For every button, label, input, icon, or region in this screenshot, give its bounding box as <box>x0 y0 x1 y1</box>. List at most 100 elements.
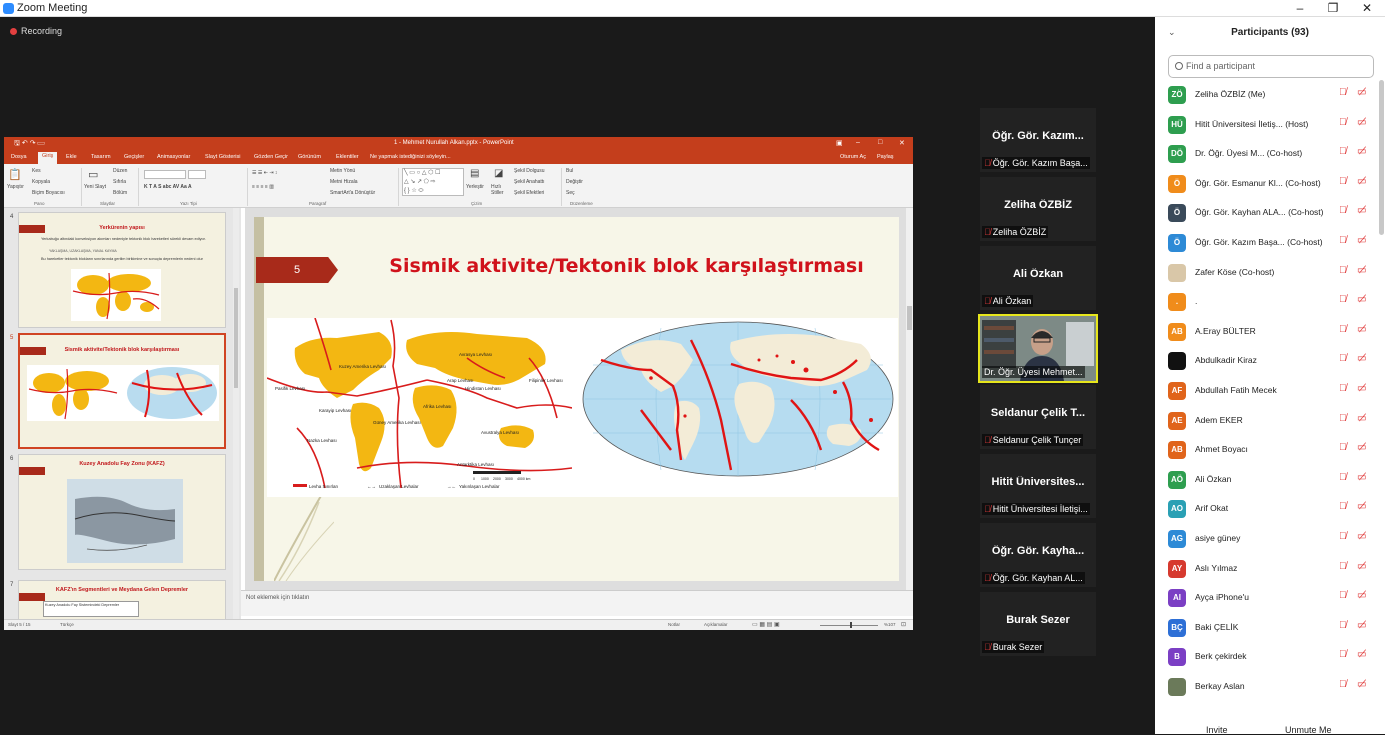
participant-row[interactable]: HÜ Hitit Üniversitesi İletiş... (Host) 🎙̸ ▭… <box>1155 110 1377 139</box>
select-button[interactable]: Seç <box>566 190 575 196</box>
copy-button[interactable]: Kopyala <box>32 179 50 185</box>
thumbs-scrollbar[interactable] <box>233 208 239 619</box>
paste-icon[interactable]: 📋 <box>8 168 22 181</box>
participant-tile[interactable]: Seldanur Çelik T... 🎙̸ Seldanur Çelik Tun… <box>980 385 1096 449</box>
sign-in-link[interactable]: Oturum Aç <box>840 154 866 160</box>
quick-styles-button[interactable]: Hızlı Stiller <box>491 184 509 196</box>
notes-pane[interactable]: Not eklemek için tıklatın <box>241 590 913 616</box>
video-off-icon[interactable]: ▭̸ <box>1357 117 1366 128</box>
shape-effects-button[interactable]: Şekil Efektleri <box>514 190 544 196</box>
cut-button[interactable]: Kes <box>32 168 41 174</box>
video-off-icon[interactable]: ▭̸ <box>1357 265 1366 276</box>
participant-tile[interactable]: Öğr. Gör. Kayha... 🎙̸ Öğr. Gör. Kayhan AL… <box>980 523 1096 587</box>
minimize-icon[interactable]: – <box>1285 0 1315 16</box>
muted-mic-icon[interactable]: 🎙̸ <box>1339 649 1347 660</box>
align-text-button[interactable]: Metni Hizala <box>330 179 358 185</box>
arrange-icon[interactable]: ▤ <box>470 168 479 179</box>
language-indicator[interactable]: Türkçe <box>60 622 74 627</box>
participant-row[interactable]: AÖ Ali Özkan 🎙̸ ▭̸ <box>1155 465 1377 494</box>
muted-mic-icon[interactable]: 🎙̸ <box>1339 442 1347 453</box>
video-off-icon[interactable]: ▭̸ <box>1357 146 1366 157</box>
quick-styles-icon[interactable]: ◪ <box>494 168 503 179</box>
slide-thumb-5[interactable]: Sismik aktivite/Tektonik blok karşılaştı… <box>18 333 226 449</box>
muted-mic-icon[interactable]: 🎙̸ <box>1339 383 1347 394</box>
participant-row[interactable]: Ö Öğr. Gör. Kayhan ALA... (Co-host) 🎙̸ ▭̸ <box>1155 198 1377 227</box>
participant-row[interactable]: AY Aslı Yılmaz 🎙̸ ▭̸ <box>1155 554 1377 583</box>
muted-mic-icon[interactable]: 🎙̸ <box>1339 472 1347 483</box>
font-name-box[interactable] <box>144 170 186 179</box>
tab-file[interactable]: Dosya <box>11 154 27 160</box>
video-off-icon[interactable]: ▭̸ <box>1357 205 1366 216</box>
list-icons[interactable]: ☰ ☰ ⇤ ⇥ ↕ <box>252 170 277 176</box>
reset-button[interactable]: Sıfırla <box>113 179 126 185</box>
video-off-icon[interactable]: ▭̸ <box>1357 176 1366 187</box>
video-off-icon[interactable]: ▭̸ <box>1357 294 1366 305</box>
zoom-slider[interactable] <box>820 625 878 626</box>
tab-addins[interactable]: Eklentiler <box>336 154 359 160</box>
muted-mic-icon[interactable]: 🎙̸ <box>1339 531 1347 542</box>
participant-row[interactable]: AF Abdullah Fatih Mecek 🎙̸ ▭̸ <box>1155 376 1377 405</box>
layout-button[interactable]: Düzen <box>113 168 127 174</box>
section-button[interactable]: Bölüm <box>113 190 127 196</box>
share-button[interactable]: Paylaş <box>877 154 894 160</box>
muted-mic-icon[interactable]: 🎙̸ <box>1339 146 1347 157</box>
tab-transitions[interactable]: Geçişler <box>124 154 144 160</box>
video-off-icon[interactable]: ▭̸ <box>1357 561 1366 572</box>
video-off-icon[interactable]: ▭̸ <box>1357 383 1366 394</box>
video-off-icon[interactable]: ▭̸ <box>1357 324 1366 335</box>
fit-slide-icon[interactable]: ⊡ <box>901 621 906 628</box>
muted-mic-icon[interactable]: 🎙̸ <box>1339 205 1347 216</box>
video-off-icon[interactable]: ▭̸ <box>1357 679 1366 690</box>
muted-mic-icon[interactable]: 🎙̸ <box>1339 265 1347 276</box>
participant-row[interactable]: Abdulkadir Kiraz 🎙̸ ▭̸ <box>1155 346 1377 375</box>
slide-thumb-4[interactable]: Yerkürenin yapısı Yerkabuğu altındaki ko… <box>18 212 226 328</box>
ppt-minimize-icon[interactable]: – <box>856 139 860 146</box>
arrange-button[interactable]: Yerleştir <box>466 184 484 190</box>
smartart-button[interactable]: SmartArt'a Dönüştür <box>330 190 375 196</box>
tab-slideshow[interactable]: Slayt Gösterisi <box>205 154 240 160</box>
paste-button[interactable]: Yapıştır <box>7 184 24 190</box>
shape-fill-button[interactable]: Şekil Dolgusu <box>514 168 545 174</box>
slide-thumb-7[interactable]: KAFZ'ın Segmentleri ve Meydana Gelen Dep… <box>18 580 226 619</box>
muted-mic-icon[interactable]: 🎙̸ <box>1339 235 1347 246</box>
replace-button[interactable]: Değiştir <box>566 179 583 185</box>
zoom-level[interactable]: %107 <box>884 622 896 627</box>
participant-row[interactable]: Zafer Köse (Co-host) 🎙̸ ▭̸ <box>1155 258 1377 287</box>
participant-row[interactable]: AO Arif Okat 🎙̸ ▭̸ <box>1155 494 1377 523</box>
shapes-gallery[interactable]: ╲ ▭ ○ △ ⬡ ☐ △ ↘ ↗ ⬠ ⇨{ } ☆ ⬭ <box>402 168 464 196</box>
tab-review[interactable]: Gözden Geçir <box>254 154 288 160</box>
participant-list-scrollbar[interactable] <box>1379 80 1384 235</box>
participant-row[interactable]: ZÖ Zeliha ÖZBİZ (Me) 🎙̸ ▭̸ <box>1155 80 1377 109</box>
participant-row[interactable]: DÖ Dr. Öğr. Üyesi M... (Co-host) 🎙̸ ▭̸ <box>1155 139 1377 168</box>
tab-home[interactable]: Giriş <box>38 152 58 164</box>
quick-access-icons[interactable]: 🖫 ↶ ↷ ▭ <box>14 139 45 150</box>
participant-row[interactable]: Berkay Aslan 🎙̸ ▭̸ <box>1155 672 1377 701</box>
slide-thumb-6[interactable]: Kuzey Anadolu Fay Zonu (KAFZ) <box>18 454 226 570</box>
new-slide-icon[interactable]: ▭ <box>88 168 98 181</box>
participant-tile[interactable]: Hitit Üniversites... 🎙̸ Hitit Üniversites… <box>980 454 1096 518</box>
participant-row[interactable]: AG asiye güney 🎙̸ ▭̸ <box>1155 524 1377 553</box>
ppt-restore-icon[interactable]: □ <box>878 139 882 146</box>
muted-mic-icon[interactable]: 🎙̸ <box>1339 353 1347 364</box>
participant-row[interactable]: Ö Öğr. Gör. Kazım Başa... (Co-host) 🎙̸ ▭̸ <box>1155 228 1377 257</box>
tab-insert[interactable]: Ekle <box>66 154 77 160</box>
muted-mic-icon[interactable]: 🎙̸ <box>1339 561 1347 572</box>
muted-mic-icon[interactable]: 🎙̸ <box>1339 294 1347 305</box>
muted-mic-icon[interactable]: 🎙̸ <box>1339 413 1347 424</box>
participant-row[interactable]: B Berk çekirdek 🎙̸ ▭̸ <box>1155 642 1377 671</box>
recording-indicator[interactable]: Recording <box>10 26 62 36</box>
muted-mic-icon[interactable]: 🎙̸ <box>1339 324 1347 335</box>
ppt-ribbon-options-icon[interactable]: ▣ <box>836 139 843 147</box>
close-icon[interactable]: ✕ <box>1352 0 1382 16</box>
muted-mic-icon[interactable]: 🎙̸ <box>1339 87 1347 98</box>
video-off-icon[interactable]: ▭̸ <box>1357 353 1366 364</box>
video-off-icon[interactable]: ▭̸ <box>1357 472 1366 483</box>
muted-mic-icon[interactable]: 🎙̸ <box>1339 117 1347 128</box>
video-off-icon[interactable]: ▭̸ <box>1357 87 1366 98</box>
tell-me-box[interactable]: Ne yapmak istediğinizi söyleyin... <box>370 154 451 160</box>
slide-vertical-scrollbar[interactable] <box>906 208 913 590</box>
video-off-icon[interactable]: ▭̸ <box>1357 413 1366 424</box>
participant-tile[interactable]: Öğr. Gör. Kazım... 🎙̸ Öğr. Gör. Kazım Baş… <box>980 108 1096 172</box>
find-button[interactable]: Bul <box>566 168 573 174</box>
participant-row[interactable]: AI Ayça iPhone'u 🎙̸ ▭̸ <box>1155 583 1377 612</box>
